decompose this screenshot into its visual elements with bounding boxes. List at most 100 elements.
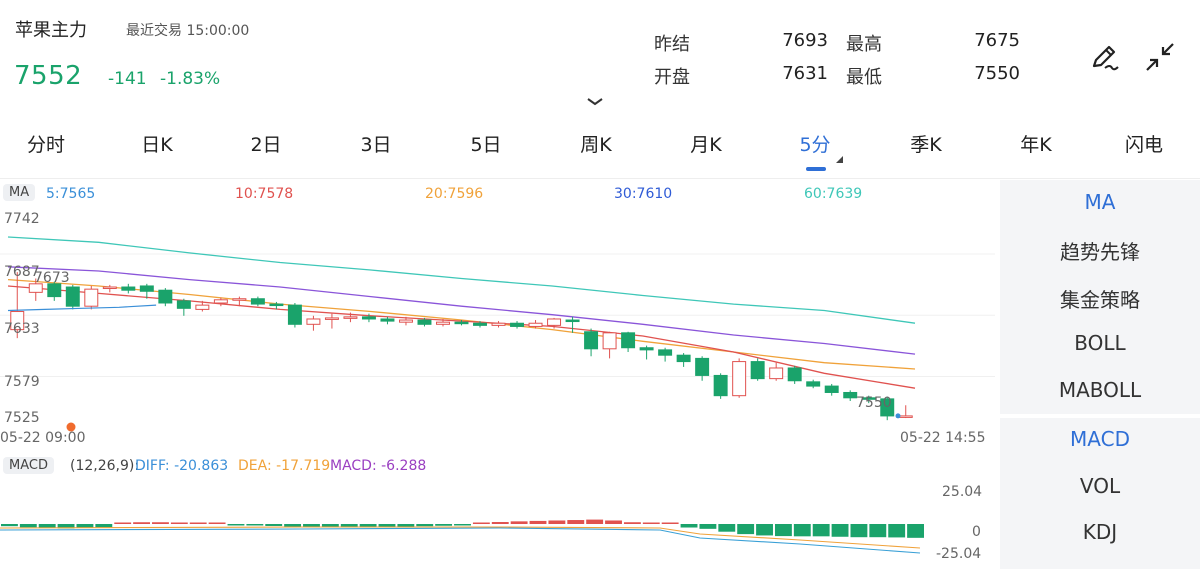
divider <box>0 178 1200 179</box>
ma10-legend: 10:7578 <box>235 186 294 202</box>
macd-bar <box>699 524 717 529</box>
macd-params: (12,26,9): <box>70 458 140 474</box>
indicator-fund-strategy[interactable]: 集金策略 <box>1000 284 1200 313</box>
candle-body <box>547 318 562 326</box>
candle-body <box>565 319 580 323</box>
tab-dropdown-caret-icon[interactable] <box>836 156 843 163</box>
indicator-maboll[interactable]: MABOLL <box>1000 378 1200 402</box>
candle-body <box>898 415 913 418</box>
macd-bar <box>661 522 679 524</box>
tab-intraday[interactable]: 分时 <box>1 130 91 157</box>
macd-bar <box>888 524 906 538</box>
macd-bar <box>152 522 169 524</box>
tab-flash[interactable]: 闪电 <box>1099 130 1189 157</box>
indicator-macd[interactable]: MACD <box>1000 427 1200 451</box>
stat-label-low: 最低 <box>846 67 882 88</box>
macd-axis-label: -25.04 <box>936 546 982 562</box>
macd-bar <box>850 524 868 538</box>
candle-body <box>84 288 99 307</box>
macd-bar <box>170 522 188 524</box>
candle-body <box>102 286 117 290</box>
price-change: -141 <box>108 69 147 89</box>
macd-bar <box>1 524 18 527</box>
candle-body <box>176 300 191 309</box>
macd-bar <box>718 524 736 532</box>
macd-bar <box>435 524 453 526</box>
last-price: 7552 <box>14 61 83 91</box>
candle-body <box>787 367 802 382</box>
candle-body <box>732 361 747 397</box>
indicator-panel-separator <box>1000 414 1200 418</box>
macd-value: MACD: -6.288 <box>330 458 427 474</box>
tab-2day[interactable]: 2日 <box>221 130 311 157</box>
contract-title: 苹果主力 <box>15 20 87 41</box>
stat-value-high: 7675 <box>974 30 1020 51</box>
tab-5min[interactable]: 5分 <box>770 130 860 157</box>
candle-body <box>213 299 228 304</box>
tab-day-k[interactable]: 日K <box>112 130 202 157</box>
indicator-kdj[interactable]: KDJ <box>1000 520 1200 544</box>
ma30-line <box>7 266 916 355</box>
macd-bar <box>605 520 622 524</box>
macd-diff: DIFF: -20.863 <box>135 458 229 474</box>
draw-pen-icon[interactable] <box>1088 40 1122 74</box>
candle-body <box>510 322 525 327</box>
chevron-down-icon[interactable] <box>585 96 605 108</box>
macd-indicator-tag[interactable]: MACD <box>3 457 54 474</box>
macd-bar <box>869 524 887 538</box>
candlestick-chart[interactable] <box>0 205 995 450</box>
candle-body <box>806 381 821 387</box>
macd-bar <box>472 522 490 524</box>
macd-bar <box>114 522 132 524</box>
candle-body <box>824 385 839 393</box>
macd-bar <box>246 524 264 526</box>
macd-bar <box>831 524 849 537</box>
ma20-legend: 20:7596 <box>425 186 484 202</box>
macd-chart[interactable] <box>0 480 995 569</box>
tab-month-k[interactable]: 月K <box>661 130 751 157</box>
macd-bar <box>19 524 37 528</box>
active-tab-indicator <box>806 167 826 171</box>
macd-bar <box>208 522 226 524</box>
price-axis-label: 7673 <box>34 270 70 286</box>
price-axis-label: 7742 <box>4 211 40 227</box>
stat-value-low: 7550 <box>974 63 1020 84</box>
tab-5day[interactable]: 5日 <box>441 130 531 157</box>
macd-bar <box>907 524 924 538</box>
candle-body <box>750 361 765 380</box>
stat-value-prev-settle: 7693 <box>782 30 828 51</box>
stat-label-prev-settle: 昨结 <box>654 34 690 55</box>
macd-bar <box>189 522 207 524</box>
macd-bar <box>227 524 245 526</box>
tab-3day[interactable]: 3日 <box>331 130 421 157</box>
candle-body <box>454 321 469 325</box>
tab-season-k[interactable]: 季K <box>881 130 971 157</box>
ma-indicator-tag[interactable]: MA <box>3 184 36 201</box>
price-change-pct: -1.83% <box>160 69 221 89</box>
macd-bar <box>680 524 698 528</box>
candle-body <box>306 318 321 325</box>
candle-body <box>232 298 247 301</box>
macd-bar <box>529 520 547 524</box>
price-axis-label: 7579 <box>4 374 40 390</box>
candle-body <box>602 332 617 350</box>
indicator-ma[interactable]: MA <box>1000 190 1200 214</box>
candle-body <box>361 316 376 320</box>
indicator-vol[interactable]: VOL <box>1000 474 1200 498</box>
macd-axis-label: 25.04 <box>942 484 983 500</box>
price-axis-label: 7633 <box>4 321 40 337</box>
candle-body <box>658 349 673 356</box>
macd-bar <box>265 524 283 526</box>
candle-body <box>195 304 210 310</box>
tab-week-k[interactable]: 周K <box>551 130 641 157</box>
macd-bar <box>397 524 415 527</box>
candle-body <box>676 354 691 363</box>
indicator-trend-pioneer[interactable]: 趋势先锋 <box>1000 236 1200 265</box>
macd-bar <box>491 522 509 524</box>
macd-bar <box>623 522 641 524</box>
collapse-icon[interactable] <box>1143 40 1177 74</box>
stat-label-high: 最高 <box>846 34 882 55</box>
tab-year-k[interactable]: 年K <box>991 130 1081 157</box>
candle-body <box>436 321 450 325</box>
indicator-boll[interactable]: BOLL <box>1000 331 1200 355</box>
